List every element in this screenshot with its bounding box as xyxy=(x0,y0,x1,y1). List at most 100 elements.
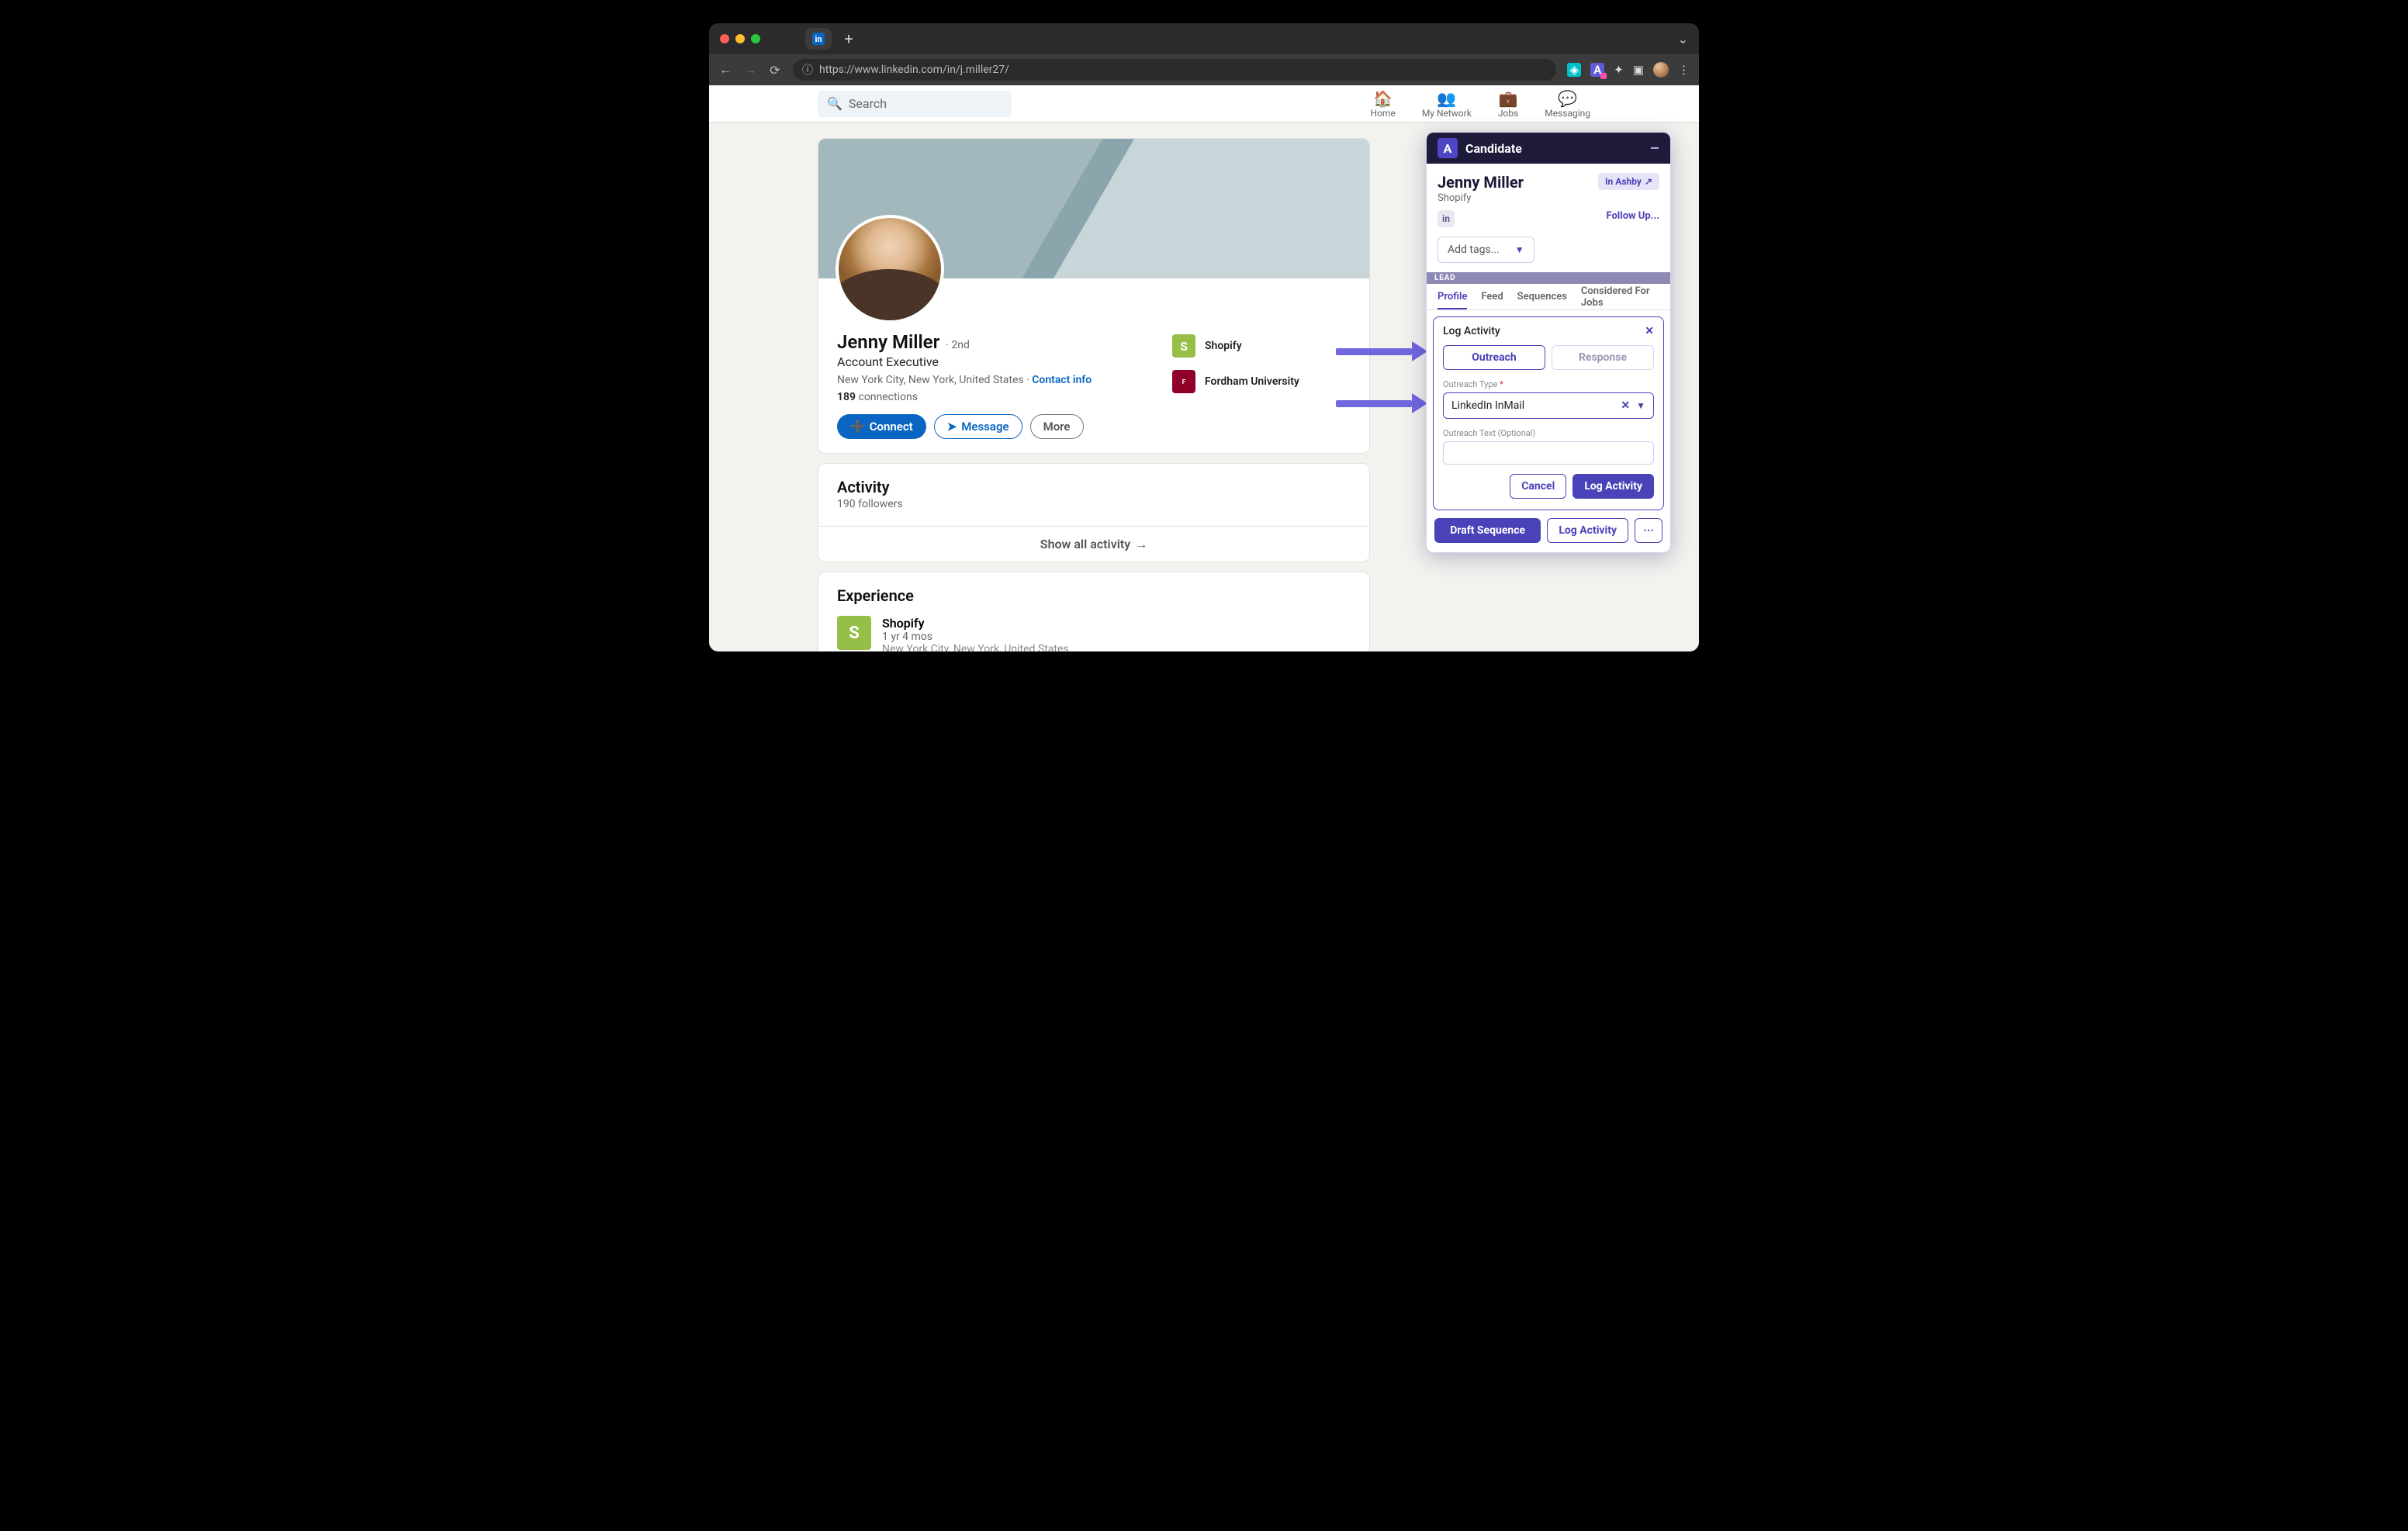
site-info-icon[interactable]: ⓘ xyxy=(802,62,813,78)
tab-sequences[interactable]: Sequences xyxy=(1517,291,1567,302)
connect-icon: ➕ xyxy=(850,420,865,434)
activity-heading: Activity xyxy=(837,478,1351,496)
ashby-panel-title: Candidate xyxy=(1465,141,1522,156)
add-tags-dropdown[interactable]: Add tags... ▼ xyxy=(1438,237,1534,263)
minimize-panel-icon[interactable]: – xyxy=(1649,139,1659,157)
footer-more-button[interactable]: ⋯ xyxy=(1635,518,1662,543)
browser-tab-linkedin[interactable]: in xyxy=(805,28,832,50)
outreach-type-select[interactable]: LinkedIn InMail ✕ ▼ xyxy=(1443,392,1654,419)
arrow-right-icon: → xyxy=(1135,537,1147,552)
profile-card: Jenny Miller · 2nd Account Executive New… xyxy=(818,138,1370,454)
segment-outreach[interactable]: Outreach xyxy=(1443,345,1545,370)
ashby-logo-icon: A xyxy=(1438,138,1458,158)
ashby-panel: A Candidate – Jenny Miller Shopify In As… xyxy=(1426,132,1671,553)
linkedin-top-nav: 🔍 Search 🏠 Home 👥 My Network 💼 Jobs 💬 xyxy=(709,85,1699,123)
experience-card: Experience S Shopify 1 yr 4 mos New York… xyxy=(818,572,1370,651)
tab-feed[interactable]: Feed xyxy=(1481,291,1503,302)
cancel-button[interactable]: Cancel xyxy=(1510,474,1566,499)
log-activity-panel: Log Activity ✕ Outreach Response Outreac… xyxy=(1433,316,1664,510)
contact-info-link[interactable]: Contact info xyxy=(1032,374,1092,386)
segment-response[interactable]: Response xyxy=(1552,345,1654,370)
draft-sequence-button[interactable]: Draft Sequence xyxy=(1434,518,1541,543)
reload-icon[interactable]: ⟳ xyxy=(768,63,782,78)
outreach-text-label: Outreach Text (Optional) xyxy=(1443,428,1654,438)
shopify-logo-icon: S xyxy=(837,616,871,650)
ashby-header: A Candidate – xyxy=(1427,133,1670,164)
outreach-response-toggle: Outreach Response xyxy=(1443,345,1654,370)
connect-button[interactable]: ➕ Connect xyxy=(837,414,926,439)
browser-menu-icon[interactable]: ⋮ xyxy=(1678,63,1690,77)
footer-log-activity-button[interactable]: Log Activity xyxy=(1547,518,1628,543)
minimize-window-icon[interactable] xyxy=(735,34,745,43)
extension-tray: ◈ A ✦ ▣ ⋮ xyxy=(1567,62,1690,78)
nav-messaging[interactable]: 💬 Messaging xyxy=(1545,89,1590,119)
chevron-down-icon[interactable]: ▼ xyxy=(1636,400,1645,411)
home-icon: 🏠 xyxy=(1373,89,1393,106)
extensions-puzzle-icon[interactable]: ✦ xyxy=(1614,63,1624,77)
affiliation-fordham[interactable]: F Fordham University xyxy=(1172,370,1351,393)
profile-location-row: New York City, New York, United States ·… xyxy=(837,374,1172,386)
ashby-footer: Draft Sequence Log Activity ⋯ xyxy=(1427,510,1670,552)
messaging-icon: 💬 xyxy=(1558,89,1577,106)
profile-location: New York City, New York, United States · xyxy=(837,374,1029,386)
candidate-company: Shopify xyxy=(1438,192,1524,204)
linkedin-chip-icon[interactable]: in xyxy=(1438,210,1455,227)
maximize-window-icon[interactable] xyxy=(751,34,760,43)
show-all-activity-button[interactable]: Show all activity → xyxy=(818,526,1369,562)
activity-card: Activity 190 followers Show all activity… xyxy=(818,463,1370,562)
window-controls xyxy=(720,34,760,43)
connections-row[interactable]: 189 connections xyxy=(837,391,1172,403)
follow-up-link[interactable]: Follow Up... xyxy=(1606,210,1659,222)
profile-name-row: Jenny Miller · 2nd xyxy=(837,331,1172,353)
profile-avatar-icon[interactable] xyxy=(1653,62,1669,78)
close-log-panel-icon[interactable]: ✕ xyxy=(1645,325,1654,337)
nav-jobs[interactable]: 💼 Jobs xyxy=(1498,89,1518,119)
shopify-logo-icon: S xyxy=(1172,334,1195,358)
new-tab-button[interactable]: + xyxy=(838,29,860,48)
search-placeholder: Search xyxy=(849,96,887,111)
tab-strip: in + ⌄ xyxy=(709,23,1699,54)
experience-heading: Experience xyxy=(837,586,1351,605)
browser-toolbar: ← → ⟳ ⓘ https://www.linkedin.com/in/j.mi… xyxy=(709,54,1699,85)
experience-company: Shopify xyxy=(882,616,1069,631)
cover-image xyxy=(818,139,1369,278)
log-activity-title: Log Activity xyxy=(1443,325,1500,337)
send-icon: ➤ xyxy=(947,420,957,434)
experience-item[interactable]: S Shopify 1 yr 4 mos New York City, New … xyxy=(837,616,1351,651)
back-icon[interactable]: ← xyxy=(718,62,732,78)
url-text: https://www.linkedin.com/in/j.miller27/ xyxy=(819,64,1009,76)
nav-network[interactable]: 👥 My Network xyxy=(1422,89,1472,119)
main-column: Jenny Miller · 2nd Account Executive New… xyxy=(818,138,1370,651)
forward-icon: → xyxy=(743,62,757,78)
tab-profile[interactable]: Profile xyxy=(1438,291,1467,302)
experience-duration: 1 yr 4 mos xyxy=(882,631,1069,643)
extension-icon-1[interactable]: ◈ xyxy=(1567,63,1581,77)
page-content: 🔍 Search 🏠 Home 👥 My Network 💼 Jobs 💬 xyxy=(709,85,1699,651)
log-activity-button[interactable]: Log Activity xyxy=(1572,474,1654,499)
jobs-icon: 💼 xyxy=(1499,89,1518,106)
profile-photo[interactable] xyxy=(836,215,944,323)
connection-degree: · 2nd xyxy=(946,339,970,351)
clear-selection-icon[interactable]: ✕ xyxy=(1621,399,1630,412)
message-button[interactable]: ➤ Message xyxy=(934,414,1022,439)
more-button[interactable]: More xyxy=(1030,414,1084,439)
search-input[interactable]: 🔍 Search xyxy=(818,91,1012,117)
in-ashby-badge[interactable]: In Ashby ↗ xyxy=(1598,173,1659,190)
nav-home[interactable]: 🏠 Home xyxy=(1371,89,1396,119)
tabs-overflow-icon[interactable]: ⌄ xyxy=(1678,32,1688,47)
annotation-arrow-2 xyxy=(1336,397,1427,410)
experience-location: New York City, New York, United States xyxy=(882,643,1069,651)
fordham-logo-icon: F xyxy=(1172,370,1195,393)
outreach-text-input[interactable] xyxy=(1443,441,1654,465)
panel-toggle-icon[interactable]: ▣ xyxy=(1633,63,1644,77)
close-window-icon[interactable] xyxy=(720,34,729,43)
search-icon: 🔍 xyxy=(827,96,842,111)
profile-headline: Account Executive xyxy=(837,354,1172,369)
ashby-extension-icon[interactable]: A xyxy=(1590,63,1604,77)
annotation-arrow-1 xyxy=(1336,345,1427,358)
outreach-type-label: Outreach Type * xyxy=(1443,379,1654,389)
tab-considered[interactable]: Considered For Jobs xyxy=(1581,285,1659,309)
affiliation-shopify[interactable]: S Shopify xyxy=(1172,334,1351,358)
connections-label: connections xyxy=(858,391,917,403)
url-bar[interactable]: ⓘ https://www.linkedin.com/in/j.miller27… xyxy=(793,59,1556,81)
